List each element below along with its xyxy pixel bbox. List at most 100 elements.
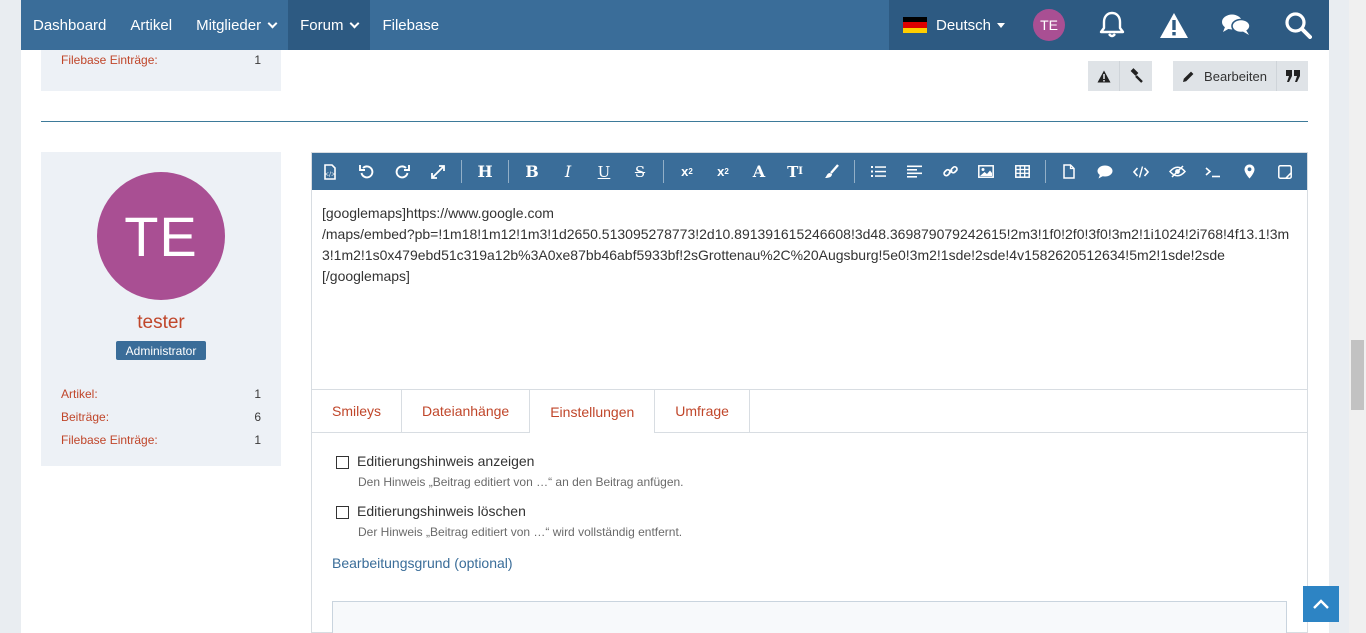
option-label[interactable]: Editierungshinweis anzeigen [357, 453, 684, 469]
nav-filebase[interactable]: Filebase [370, 0, 451, 50]
search-icon[interactable] [1267, 0, 1329, 50]
language-selector[interactable]: Deutsch [903, 16, 1006, 34]
redo-icon[interactable] [384, 153, 420, 190]
nav-label: Filebase [382, 16, 440, 34]
bold-icon[interactable]: B [514, 153, 550, 190]
scrollbar-thumb[interactable] [1351, 340, 1364, 410]
author-stats: Artikel: 1 Beiträge: 6 Filebase Einträge… [41, 382, 281, 451]
subscript-icon[interactable]: x2 [669, 153, 705, 190]
user-avatar[interactable]: TE [1033, 9, 1066, 41]
gavel-icon [1130, 68, 1143, 83]
stat-row: Beiträge: 6 [41, 405, 281, 428]
report-button[interactable] [1088, 61, 1120, 91]
heading-icon[interactable]: H [467, 153, 503, 190]
underline-icon[interactable]: U [586, 153, 622, 190]
table-icon[interactable] [1004, 153, 1040, 190]
stat-value: 1 [254, 386, 261, 401]
option-label[interactable]: Editierungshinweis löschen [357, 503, 682, 519]
nav-label: Dashboard [33, 16, 107, 34]
stat-value: 1 [254, 432, 261, 447]
author-avatar[interactable]: TE [97, 172, 225, 300]
stat-value: 1 [254, 53, 261, 67]
link-icon[interactable] [932, 153, 968, 190]
edit-label: Bearbeiten [1204, 68, 1267, 84]
content-line: [/googlemaps] [322, 268, 410, 284]
toolbar-separator [461, 160, 462, 183]
delete-edit-note-checkbox[interactable] [336, 506, 349, 519]
user-panel: Deutsch TE [889, 0, 1329, 50]
toolbar-separator [508, 160, 509, 183]
option-description: Der Hinweis „Beitrag editiert von …“ wir… [358, 525, 683, 539]
image-icon[interactable] [968, 153, 1004, 190]
pencil-icon [1183, 71, 1194, 82]
italic-icon[interactable]: I [550, 153, 586, 190]
option-delete-edit-note: Editierungshinweis löschen Der Hinweis „… [336, 503, 1287, 539]
german-flag-icon [903, 17, 927, 33]
comments-icon[interactable] [1205, 0, 1267, 50]
tab-settings[interactable]: Einstellungen [530, 390, 656, 433]
chevron-down-icon [267, 18, 278, 28]
edit-reason-label: Bearbeitungsgrund (optional) [332, 555, 513, 571]
spoiler-icon[interactable] [1159, 153, 1195, 190]
stat-row: Filebase Einträge: 1 [41, 428, 281, 451]
scroll-to-top-button[interactable] [1303, 586, 1339, 622]
paint-brush-icon[interactable] [813, 153, 849, 190]
tab-poll[interactable]: Umfrage [655, 390, 750, 432]
bell-icon[interactable] [1081, 0, 1143, 50]
show-edit-note-checkbox[interactable] [336, 456, 349, 469]
author-sidebar: TE tester Administrator Artikel: 1 Beitr… [41, 152, 281, 466]
nav-forum[interactable]: Forum [288, 0, 371, 50]
language-label: Deutsch [936, 16, 992, 34]
nav-mitglieder[interactable]: Mitglieder [184, 0, 288, 50]
caret-down-icon [997, 22, 1006, 28]
content-line: /maps/embed?pb=!1m18!1m12!1m3!1d2650.513… [322, 226, 1290, 263]
stat-label[interactable]: Filebase Einträge: [61, 53, 158, 67]
warning-icon[interactable] [1143, 0, 1205, 50]
editor-content[interactable]: [googlemaps]https://www.google.com/maps/… [312, 190, 1307, 390]
edit-reason-input[interactable] [332, 601, 1287, 633]
nav-dashboard[interactable]: Dashboard [21, 0, 118, 50]
chevron-up-icon [1313, 599, 1329, 609]
role-badge: Administrator [116, 341, 206, 360]
strikethrough-icon[interactable]: S [622, 153, 658, 190]
top-navigation: Dashboard Artikel Mitglieder Forum Fileb… [21, 0, 1329, 50]
stat-value: 6 [254, 409, 261, 424]
settings-panel: Editierungshinweis anzeigen Den Hinweis … [312, 433, 1307, 633]
author-name[interactable]: tester [41, 312, 281, 334]
page-scrollbar[interactable] [1349, 0, 1366, 633]
document-icon[interactable] [1051, 153, 1087, 190]
list-icon[interactable] [860, 153, 896, 190]
media-icon[interactable] [1267, 153, 1303, 190]
tab-attachments[interactable]: Dateianhänge [402, 390, 531, 432]
map-marker-icon[interactable] [1231, 153, 1267, 190]
quote-icon[interactable] [1087, 153, 1123, 190]
nav-artikel[interactable]: Artikel [118, 0, 184, 50]
quote-button[interactable] [1277, 61, 1308, 91]
nav-label: Mitglieder [196, 16, 262, 34]
stat-row: Artikel: 1 [41, 382, 281, 405]
font-size-icon[interactable]: A [741, 153, 777, 190]
stat-label[interactable]: Beiträge: [61, 410, 109, 424]
post-divider [41, 121, 1308, 122]
edit-button[interactable]: Bearbeiten [1173, 61, 1277, 91]
stat-label[interactable]: Artikel: [61, 387, 98, 401]
text-color-icon[interactable]: TI [777, 153, 813, 190]
content-line: [googlemaps]https://www.google.com/maps/… [322, 203, 1297, 287]
stat-label[interactable]: Filebase Einträge: [61, 433, 158, 447]
fullscreen-icon[interactable] [420, 153, 456, 190]
stat-row: Filebase Einträge: 1 [41, 50, 281, 67]
toolbar-separator [1045, 160, 1046, 183]
post-editor: </> H B I U S x2 x2 A TI [googlemaps]htt… [311, 152, 1308, 633]
tab-label: Einstellungen [550, 403, 635, 420]
inline-code-icon[interactable] [1195, 153, 1231, 190]
undo-icon[interactable] [348, 153, 384, 190]
moderation-button[interactable] [1120, 61, 1152, 91]
tab-label: Smileys [332, 403, 382, 419]
align-icon[interactable] [896, 153, 932, 190]
source-icon[interactable]: </> [312, 153, 348, 190]
svg-text:</>: </> [324, 171, 336, 178]
code-icon[interactable] [1123, 153, 1159, 190]
tab-smileys[interactable]: Smileys [312, 390, 403, 432]
warning-icon [1097, 70, 1110, 82]
superscript-icon[interactable]: x2 [705, 153, 741, 190]
